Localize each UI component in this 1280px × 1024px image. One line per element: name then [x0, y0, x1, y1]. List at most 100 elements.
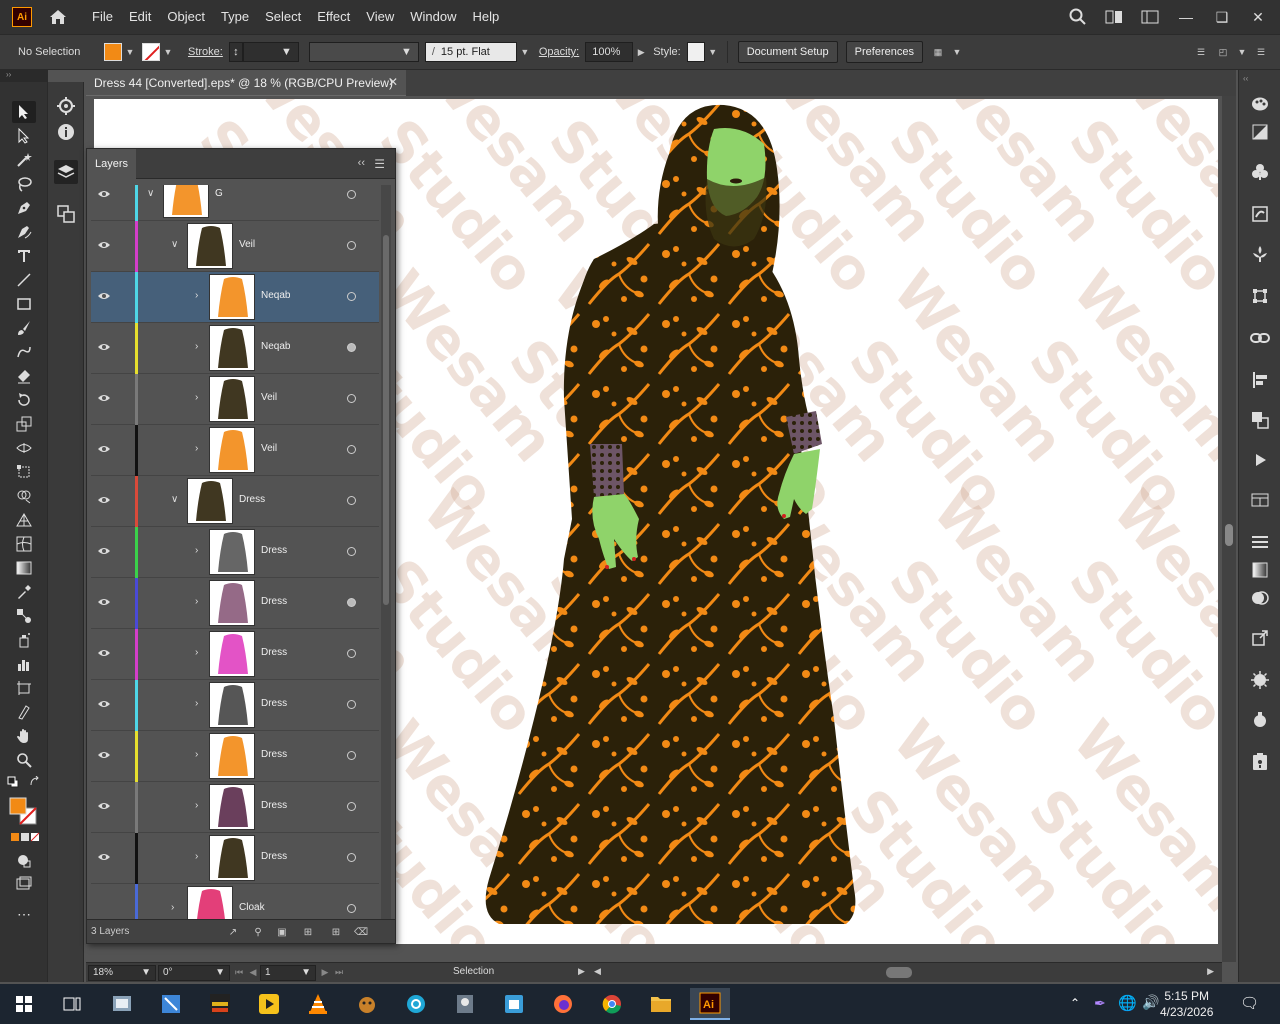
shaper-tool-icon[interactable]: [12, 341, 36, 363]
visibility-eye-icon[interactable]: [97, 188, 111, 200]
layer-row[interactable]: › Dress: [91, 680, 379, 731]
expand-caret-icon[interactable]: ›: [195, 647, 198, 658]
hand-tool-icon[interactable]: [12, 725, 36, 747]
menu-view[interactable]: View: [358, 0, 402, 34]
layer-row[interactable]: ∨ Veil: [91, 221, 379, 272]
search-icon[interactable]: [1066, 5, 1090, 29]
layer-target-icon[interactable]: [347, 241, 356, 250]
chevron-down-icon[interactable]: ▼: [160, 42, 176, 62]
actions-panel-icon[interactable]: [1248, 448, 1272, 472]
stroke-weight-stepper[interactable]: ↕: [228, 42, 243, 62]
panel-menu-icon[interactable]: ☰: [374, 157, 385, 171]
chevron-down-icon[interactable]: ▼: [517, 42, 533, 62]
links-panel-icon[interactable]: [1248, 326, 1272, 350]
vertical-scrollbar[interactable]: [1222, 96, 1236, 962]
visibility-eye-icon[interactable]: [97, 698, 111, 710]
arrange-documents-icon[interactable]: [1102, 5, 1126, 29]
magic-wand-tool-icon[interactable]: [12, 149, 36, 171]
horizontal-scrollbar-thumb[interactable]: [886, 967, 912, 978]
expand-caret-icon[interactable]: ›: [195, 545, 198, 556]
layer-target-icon[interactable]: [347, 292, 356, 301]
direct-selection-tool-icon[interactable]: [12, 125, 36, 147]
layer-row[interactable]: ∨ G: [91, 185, 379, 221]
vlc-icon[interactable]: [298, 988, 338, 1020]
layers-tab[interactable]: Layers: [87, 148, 137, 179]
expand-caret-icon[interactable]: ›: [195, 596, 198, 607]
blend-tool-icon[interactable]: [12, 605, 36, 627]
gradient-panel-icon[interactable]: [1248, 558, 1272, 582]
chevron-down-icon[interactable]: ▼: [949, 42, 965, 62]
expand-caret-icon[interactable]: ›: [195, 749, 198, 760]
symbols-panel-icon[interactable]: [1248, 242, 1272, 266]
export-icon[interactable]: [1248, 626, 1272, 650]
layer-name[interactable]: G: [215, 188, 223, 199]
fill-swatch[interactable]: [104, 43, 122, 61]
chrome-icon[interactable]: [592, 988, 632, 1020]
layer-row[interactable]: › Dress: [91, 833, 379, 884]
layer-target-icon[interactable]: [347, 904, 356, 913]
color-guide-icon[interactable]: [1248, 120, 1272, 144]
shape-builder-tool-icon[interactable]: [12, 485, 36, 507]
clipping-mask-icon[interactable]: ▣: [275, 925, 289, 939]
visibility-eye-icon[interactable]: [97, 494, 111, 506]
expand-caret-icon[interactable]: ›: [195, 290, 198, 301]
layers-panel-icon[interactable]: [54, 160, 78, 184]
menu-window[interactable]: Window: [402, 0, 464, 34]
stroke-swatch[interactable]: [142, 43, 160, 61]
lasso-tool-icon[interactable]: [12, 173, 36, 195]
pen-ink-icon[interactable]: ✒: [1094, 995, 1106, 1012]
visibility-eye-icon[interactable]: [97, 902, 111, 914]
scrollbar-thumb[interactable]: [383, 235, 389, 605]
layer-row[interactable]: ∨ Dress: [91, 476, 379, 527]
layer-name[interactable]: Dress: [261, 698, 287, 709]
line-segment-tool-icon[interactable]: [12, 269, 36, 291]
stroke-weight-field[interactable]: ▼: [242, 42, 299, 62]
opacity-label[interactable]: Opacity:: [539, 46, 579, 58]
layer-target-icon[interactable]: [347, 802, 356, 811]
layer-name[interactable]: Neqab: [261, 290, 290, 301]
rotation-field[interactable]: 0° ▼: [158, 964, 230, 981]
eraser-tool-icon[interactable]: [12, 365, 36, 387]
app-icon-2[interactable]: [151, 988, 191, 1020]
slice-tool-icon[interactable]: [12, 701, 36, 723]
visibility-eye-icon[interactable]: [97, 392, 111, 404]
layer-name[interactable]: Dress: [261, 596, 287, 607]
new-layer-icon[interactable]: ⊞: [329, 925, 343, 939]
artboard-tool-icon[interactable]: [12, 677, 36, 699]
app-icon-3[interactable]: [347, 988, 387, 1020]
document-setup-button[interactable]: Document Setup: [737, 41, 838, 63]
fill-stroke-swatches[interactable]: [8, 796, 38, 826]
collapse-caret-icon[interactable]: ∨: [171, 239, 178, 250]
info-icon[interactable]: [54, 120, 78, 144]
layer-row[interactable]: › Cloak: [91, 884, 379, 921]
expand-caret-icon[interactable]: ›: [171, 902, 174, 913]
last-artboard-icon[interactable]: ⏭: [332, 967, 346, 978]
visibility-eye-icon[interactable]: [97, 647, 111, 659]
layer-row[interactable]: › Dress: [91, 629, 379, 680]
default-colors-icon[interactable]: [6, 775, 20, 789]
file-explorer-icon[interactable]: [641, 988, 681, 1020]
home-icon[interactable]: [46, 5, 70, 29]
layer-name[interactable]: Cloak: [239, 902, 265, 913]
visibility-eye-icon[interactable]: [97, 341, 111, 353]
app-icon-1[interactable]: [102, 988, 142, 1020]
gradient-tool-icon[interactable]: [12, 557, 36, 579]
chevron-right-icon[interactable]: ▶: [633, 42, 649, 62]
next-artboard-icon[interactable]: ▶: [318, 967, 332, 978]
scroll-right-icon[interactable]: ▶: [1207, 966, 1214, 977]
expand-caret-icon[interactable]: ›: [195, 443, 198, 454]
menu-effect[interactable]: Effect: [309, 0, 358, 34]
layer-row[interactable]: › Dress: [91, 527, 379, 578]
menu-object[interactable]: Object: [159, 0, 213, 34]
task-view-icon[interactable]: [52, 988, 92, 1020]
new-sublayer-icon[interactable]: ⊞: [301, 925, 315, 939]
type-tool-icon[interactable]: [12, 245, 36, 267]
expand-caret-icon[interactable]: ›: [195, 341, 198, 352]
mesh-tool-icon[interactable]: [12, 533, 36, 555]
align-icon[interactable]: ☰: [1190, 42, 1212, 62]
visibility-eye-icon[interactable]: [97, 290, 111, 302]
swatches-panel-icon[interactable]: [1248, 160, 1272, 184]
chevron-down-icon[interactable]: ▼: [1234, 42, 1250, 62]
first-artboard-icon[interactable]: ⏮: [232, 967, 246, 978]
close-button[interactable]: ✕: [1246, 5, 1270, 29]
